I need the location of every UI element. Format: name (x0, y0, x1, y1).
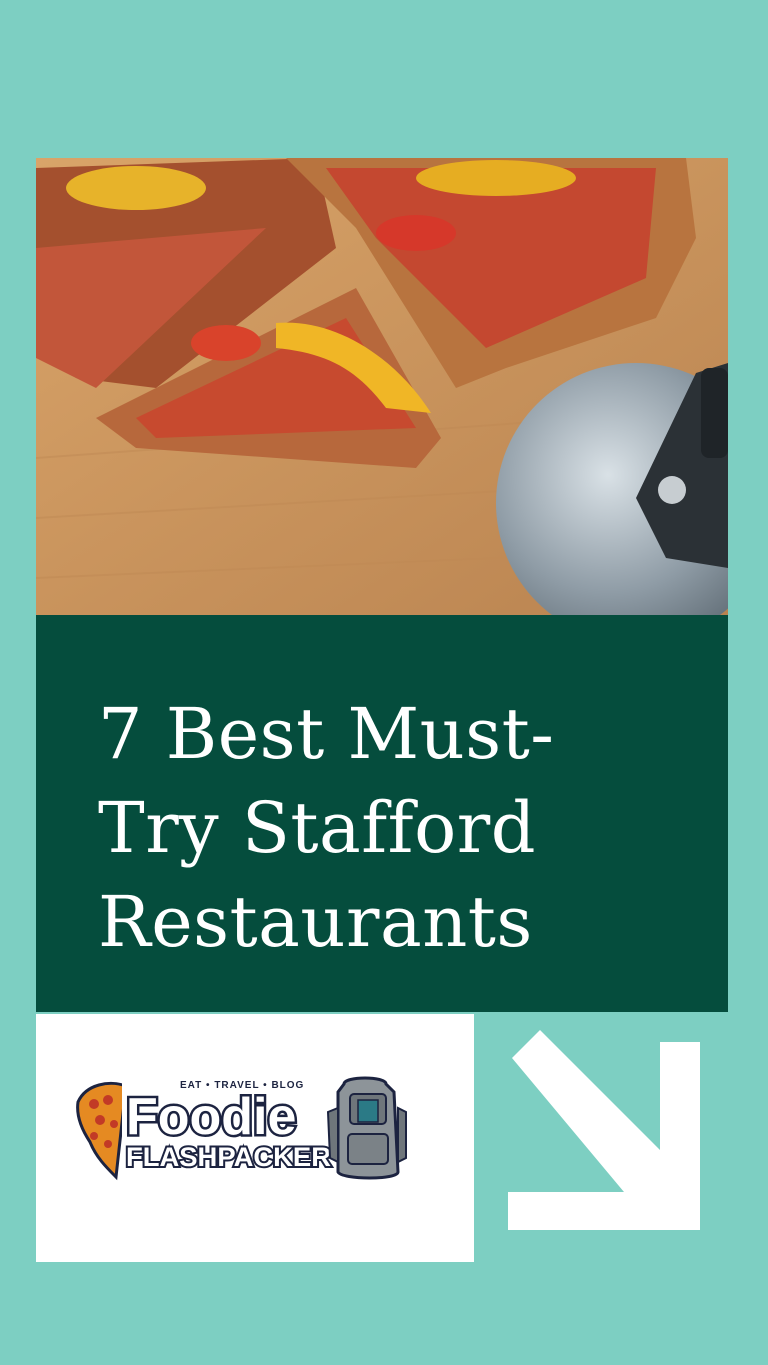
logo-panel: EAT • TRAVEL • BLOG Foodie FLASHPACKER (36, 1014, 474, 1262)
pizza-slice-icon (76, 1081, 128, 1181)
headline-line-2: Try Stafford (98, 787, 536, 869)
headline-line-1: 7 Best Must- (98, 693, 555, 775)
logo-name-line-1: Foodie (126, 1088, 296, 1146)
arrow-down-right-button[interactable] (500, 1030, 710, 1240)
headline-line-3: Restaurants (98, 881, 533, 963)
arrow-down-right-icon (508, 1030, 700, 1230)
backpack-icon (326, 1076, 407, 1180)
pizza-photo (36, 158, 728, 615)
headline: 7 Best Must- Try Stafford Restaurants (98, 687, 698, 969)
logo-name-line-2: FLASHPACKER (126, 1142, 331, 1172)
title-panel: 7 Best Must- Try Stafford Restaurants (36, 615, 728, 1012)
foodie-flashpacker-logo: EAT • TRAVEL • BLOG Foodie FLASHPACKER (76, 1074, 407, 1194)
